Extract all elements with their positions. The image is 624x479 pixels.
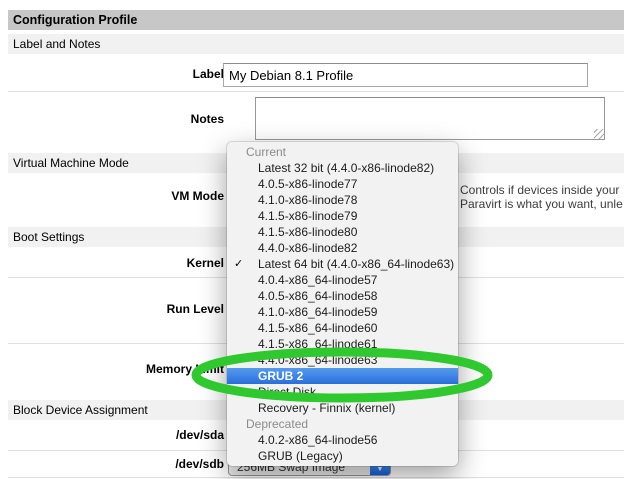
resize-handle-icon[interactable] <box>594 129 604 139</box>
run-level-field-label: Run Level <box>8 302 224 316</box>
section-header-label-and-notes: Label and Notes <box>8 34 624 54</box>
kernel-option[interactable]: 4.1.0-x86-linode78 <box>227 192 458 208</box>
kernel-option[interactable]: Direct Disk <box>227 384 458 400</box>
kernel-option[interactable]: 4.1.5-x86_64-linode60 <box>227 320 458 336</box>
kernel-field-label: Kernel <box>8 256 224 270</box>
kernel-option[interactable]: 4.0.5-x86-linode77 <box>227 176 458 192</box>
kernel-option[interactable]: 4.0.4-x86_64-linode57 <box>227 272 458 288</box>
label-input[interactable] <box>223 63 588 87</box>
row-divider <box>8 477 624 478</box>
kernel-option[interactable]: 4.4.0-x86_64-linode63 <box>227 352 458 368</box>
dev-sdb-field-label: /dev/sdb <box>8 457 224 471</box>
configuration-profile-page: Configuration Profile Label and Notes La… <box>0 0 624 479</box>
kernel-option[interactable]: 4.4.0-x86-linode82 <box>227 240 458 256</box>
kernel-option[interactable]: 4.1.5-x86-linode80 <box>227 224 458 240</box>
dev-sda-field-label: /dev/sda <box>8 428 224 442</box>
kernel-dropdown-menu: CurrentLatest 32 bit (4.4.0-x86-linode82… <box>227 142 458 466</box>
label-field-label: Label <box>8 67 224 81</box>
memory-limit-field-label: Memory Limit <box>8 362 224 376</box>
kernel-option[interactable]: 4.1.5-x86_64-linode61 <box>227 336 458 352</box>
kernel-option[interactable]: 4.1.0-x86_64-linode59 <box>227 304 458 320</box>
kernel-option[interactable]: ✓Latest 64 bit (4.4.0-x86_64-linode63) <box>227 256 458 272</box>
notes-field-label: Notes <box>8 112 224 126</box>
kernel-option[interactable]: 4.0.2-x86_64-linode56 <box>227 432 458 448</box>
vm-mode-field-label: VM Mode <box>8 189 224 203</box>
vm-mode-description-line2: Paravirt is what you want, unle <box>460 197 623 211</box>
kernel-option[interactable]: 4.1.5-x86-linode79 <box>227 208 458 224</box>
kernel-option[interactable]: GRUB 2 <box>227 368 458 384</box>
kernel-option[interactable]: Recovery - Finnix (kernel) <box>227 400 458 416</box>
kernel-option[interactable]: GRUB (Legacy) <box>227 448 458 464</box>
kernel-group-header: Current <box>227 144 458 160</box>
vm-mode-description-line1: Controls if devices inside your <box>460 183 619 197</box>
kernel-group-header: Deprecated <box>227 416 458 432</box>
kernel-option[interactable]: Latest 32 bit (4.4.0-x86-linode82) <box>227 160 458 176</box>
kernel-option[interactable]: 4.0.5-x86_64-linode58 <box>227 288 458 304</box>
notes-textarea[interactable] <box>255 97 605 140</box>
checkmark-icon: ✓ <box>234 256 243 272</box>
row-divider <box>8 91 624 92</box>
page-title: Configuration Profile <box>8 10 624 30</box>
